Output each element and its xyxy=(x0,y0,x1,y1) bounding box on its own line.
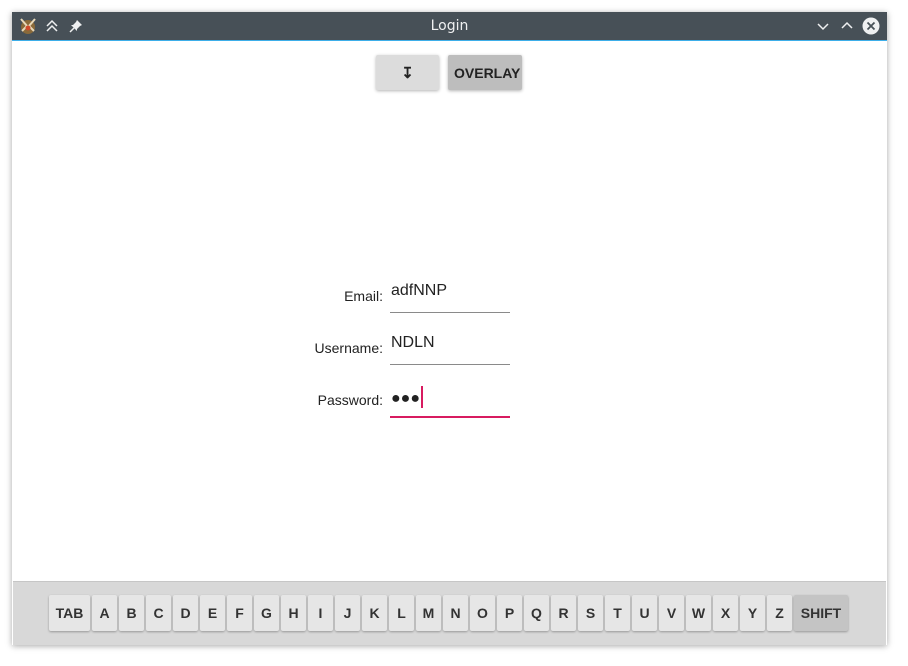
close-icon[interactable] xyxy=(861,16,881,36)
username-row: Username: NDLN xyxy=(13,328,887,368)
key-b[interactable]: B xyxy=(119,595,144,631)
keyboard-keys: TAB A B C D E F G H I J K L M N O P Q R S T U V W X Y Z SHIFT xyxy=(49,595,848,631)
app-icon[interactable] xyxy=(18,16,38,36)
key-r[interactable]: R xyxy=(551,595,576,631)
email-row: Email: adfNNP xyxy=(13,276,887,316)
password-field[interactable]: ●●● xyxy=(390,380,510,418)
email-label: Email: xyxy=(344,288,383,304)
key-x[interactable]: X xyxy=(713,595,738,631)
text-cursor xyxy=(421,386,423,408)
key-z[interactable]: Z xyxy=(767,595,792,631)
key-n[interactable]: N xyxy=(443,595,468,631)
key-w[interactable]: W xyxy=(686,595,711,631)
key-e[interactable]: E xyxy=(200,595,225,631)
key-t[interactable]: T xyxy=(605,595,630,631)
overlay-button[interactable]: OVERLAY xyxy=(448,55,522,90)
key-shift[interactable]: SHIFT xyxy=(794,595,848,631)
key-d[interactable]: D xyxy=(173,595,198,631)
key-s[interactable]: S xyxy=(578,595,603,631)
username-field[interactable]: NDLN xyxy=(390,328,510,365)
key-f[interactable]: F xyxy=(227,595,252,631)
username-value: NDLN xyxy=(391,334,435,351)
on-screen-keyboard: TAB A B C D E F G H I J K L M N O P Q R S T U V W X Y Z SHIFT xyxy=(13,581,886,645)
key-q[interactable]: Q xyxy=(524,595,549,631)
pin-icon[interactable] xyxy=(66,16,86,36)
key-g[interactable]: G xyxy=(254,595,279,631)
maximize-icon[interactable] xyxy=(837,16,857,36)
window-title: Login xyxy=(430,18,469,34)
email-value: adfNNP xyxy=(391,282,448,299)
title-bar[interactable]: Login xyxy=(12,12,887,41)
minimize-icon[interactable] xyxy=(813,16,833,36)
password-label: Password: xyxy=(317,392,383,408)
key-m[interactable]: M xyxy=(416,595,441,631)
key-y[interactable]: Y xyxy=(740,595,765,631)
key-l[interactable]: L xyxy=(389,595,414,631)
key-k[interactable]: K xyxy=(362,595,387,631)
password-row: Password: ●●● xyxy=(13,380,887,420)
key-a[interactable]: A xyxy=(92,595,117,631)
key-tab[interactable]: TAB xyxy=(49,595,90,631)
arrow-button[interactable]: ↧ xyxy=(376,55,439,90)
password-value: ●●● xyxy=(391,390,420,407)
key-h[interactable]: H xyxy=(281,595,306,631)
key-i[interactable]: I xyxy=(308,595,333,631)
key-v[interactable]: V xyxy=(659,595,684,631)
login-window: Login ↧ OVERLAY Email: adfNNP Username: … xyxy=(12,12,887,645)
key-j[interactable]: J xyxy=(335,595,360,631)
content-area: ↧ OVERLAY Email: adfNNP Username: NDLN P… xyxy=(13,41,886,645)
email-field[interactable]: adfNNP xyxy=(390,276,510,313)
keep-above-icon[interactable] xyxy=(42,16,62,36)
username-label: Username: xyxy=(314,340,383,356)
key-o[interactable]: O xyxy=(470,595,495,631)
key-u[interactable]: U xyxy=(632,595,657,631)
password-value-wrap: ●●● xyxy=(391,386,423,408)
key-p[interactable]: P xyxy=(497,595,522,631)
key-c[interactable]: C xyxy=(146,595,171,631)
